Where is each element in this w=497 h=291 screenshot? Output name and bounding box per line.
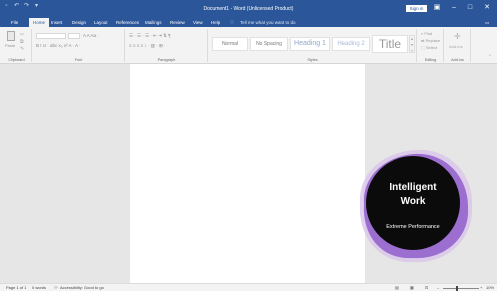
collapse-ribbon-icon[interactable]: ˆ <box>489 55 491 61</box>
read-mode-icon[interactable]: ▤ <box>395 285 399 291</box>
tab-view[interactable]: View <box>193 19 203 27</box>
minimize-icon[interactable]: – <box>449 3 459 13</box>
accessibility-status[interactable]: Accessibility: Good to go <box>60 285 104 291</box>
select-button[interactable]: ⬚ Select <box>421 45 437 50</box>
document-page[interactable] <box>130 64 365 283</box>
tab-review[interactable]: Review <box>170 19 185 27</box>
editing-label: Editing <box>424 58 437 62</box>
tab-file[interactable]: File <box>11 19 18 27</box>
paste-icon[interactable] <box>7 31 15 41</box>
ribbon-display-icon[interactable]: ▣ <box>432 3 442 13</box>
font-group: A A Aa · B I U · abc x₂ x² A · A · Font <box>33 29 125 62</box>
font-name-input[interactable] <box>36 33 66 39</box>
styles-label: Styles <box>307 58 318 62</box>
find-button[interactable]: ⌕ Find <box>421 31 432 36</box>
status-bar: Page 1 of 1 0 words ⚇ Accessibility: Goo… <box>0 283 497 291</box>
addins-group: ✛ Add-ins Add-ins <box>445 29 471 62</box>
style-normal[interactable]: Normal <box>212 37 248 51</box>
comments-icon[interactable]: ▭ <box>485 19 489 27</box>
tab-design[interactable]: Design <box>72 19 86 27</box>
replace-button[interactable]: ⇄ Replace <box>421 38 440 43</box>
close-icon[interactable]: ✕ <box>482 3 492 13</box>
cut-icon[interactable]: ✂ <box>20 32 24 38</box>
accessibility-icon: ⚇ <box>54 285 58 290</box>
alignment-controls[interactable]: ≡ ≡ ≡ ≡ ↕ · ▥ · ⊞ · <box>129 43 166 49</box>
tab-home[interactable]: Home <box>29 18 50 27</box>
promo-line-1: Intelligent <box>389 182 437 193</box>
ribbon-tabs: File Home Insert Design Layout Reference… <box>0 17 497 27</box>
style-title[interactable]: Title <box>372 35 408 53</box>
style-heading-1[interactable]: Heading 1 <box>290 37 330 51</box>
editing-group: ⌕ Find ⇄ Replace ⬚ Select Editing <box>418 29 444 62</box>
paste-label[interactable]: Paste <box>5 43 15 48</box>
zoom-in-icon[interactable]: + <box>480 285 482 291</box>
font-size-input[interactable] <box>68 33 80 39</box>
paragraph-group: ☰ · ☰ · ☰ · ⇤ ⇥ ⇅ ¶ ≡ ≡ ≡ ≡ ↕ · ▥ · ⊞ · … <box>126 29 208 62</box>
tab-layout[interactable]: Layout <box>94 19 108 27</box>
addins-icon[interactable]: ✛ <box>454 32 461 41</box>
promo-badge: Intelligent Work Extreme Performance <box>356 148 476 266</box>
zoom-level[interactable]: 10% <box>486 285 494 291</box>
print-layout-icon[interactable]: ▦ <box>410 285 414 291</box>
promo-subtitle: Extreme Performance <box>386 224 440 230</box>
zoom-out-icon[interactable]: – <box>437 285 439 291</box>
tab-help[interactable]: Help <box>211 19 220 27</box>
ribbon: Paste ✂ ⧉ ✎ Clipboard A A Aa · B I U · a… <box>0 27 497 64</box>
tab-insert[interactable]: Insert <box>51 19 62 27</box>
styles-scroll-icon[interactable]: ▴ ▾ ▿ <box>409 35 415 53</box>
clipboard-group: Paste ✂ ⧉ ✎ Clipboard <box>2 29 32 62</box>
copy-icon[interactable]: ⧉ <box>20 39 24 45</box>
list-indent-controls[interactable]: ☰ · ☰ · ☰ · ⇤ ⇥ ⇅ ¶ <box>129 33 171 39</box>
lightbulb-icon: ♡ <box>230 20 235 25</box>
font-format-controls[interactable]: B I U · abc x₂ x² A · A · <box>36 43 81 48</box>
font-size-controls[interactable]: A A Aa · <box>83 33 99 38</box>
tab-references[interactable]: References <box>116 19 139 27</box>
style-no-spacing[interactable]: No Spacing <box>250 37 288 51</box>
word-count[interactable]: 0 words <box>32 285 46 291</box>
sign-in-button[interactable]: Sign in <box>406 5 427 12</box>
addins-button[interactable]: Add-ins <box>449 44 463 49</box>
font-label: Font <box>74 58 83 62</box>
promo-line-2: Work <box>400 196 426 207</box>
page-count[interactable]: Page 1 of 1 <box>6 285 26 291</box>
zoom-slider-thumb[interactable] <box>456 286 458 291</box>
tab-mailings[interactable]: Mailings <box>145 19 162 27</box>
maximize-icon[interactable]: □ <box>465 3 475 13</box>
addins-label: Add-ins <box>451 58 464 62</box>
format-painter-icon[interactable]: ✎ <box>20 46 24 52</box>
web-layout-icon[interactable]: ⊡ <box>425 285 428 291</box>
clipboard-label: Clipboard <box>8 58 25 62</box>
title-bar: ▫ ↶ ↷ ▾ Document1 - Word (Unlicensed Pro… <box>0 0 497 17</box>
styles-group: Normal No Spacing Heading 1 Heading 2 Ti… <box>209 29 417 62</box>
zoom-slider[interactable] <box>443 288 479 289</box>
paragraph-label: Paragraph <box>157 58 176 62</box>
tell-me-input[interactable]: Tell me what you want to do <box>240 19 296 27</box>
style-heading-2[interactable]: Heading 2 <box>332 37 370 51</box>
